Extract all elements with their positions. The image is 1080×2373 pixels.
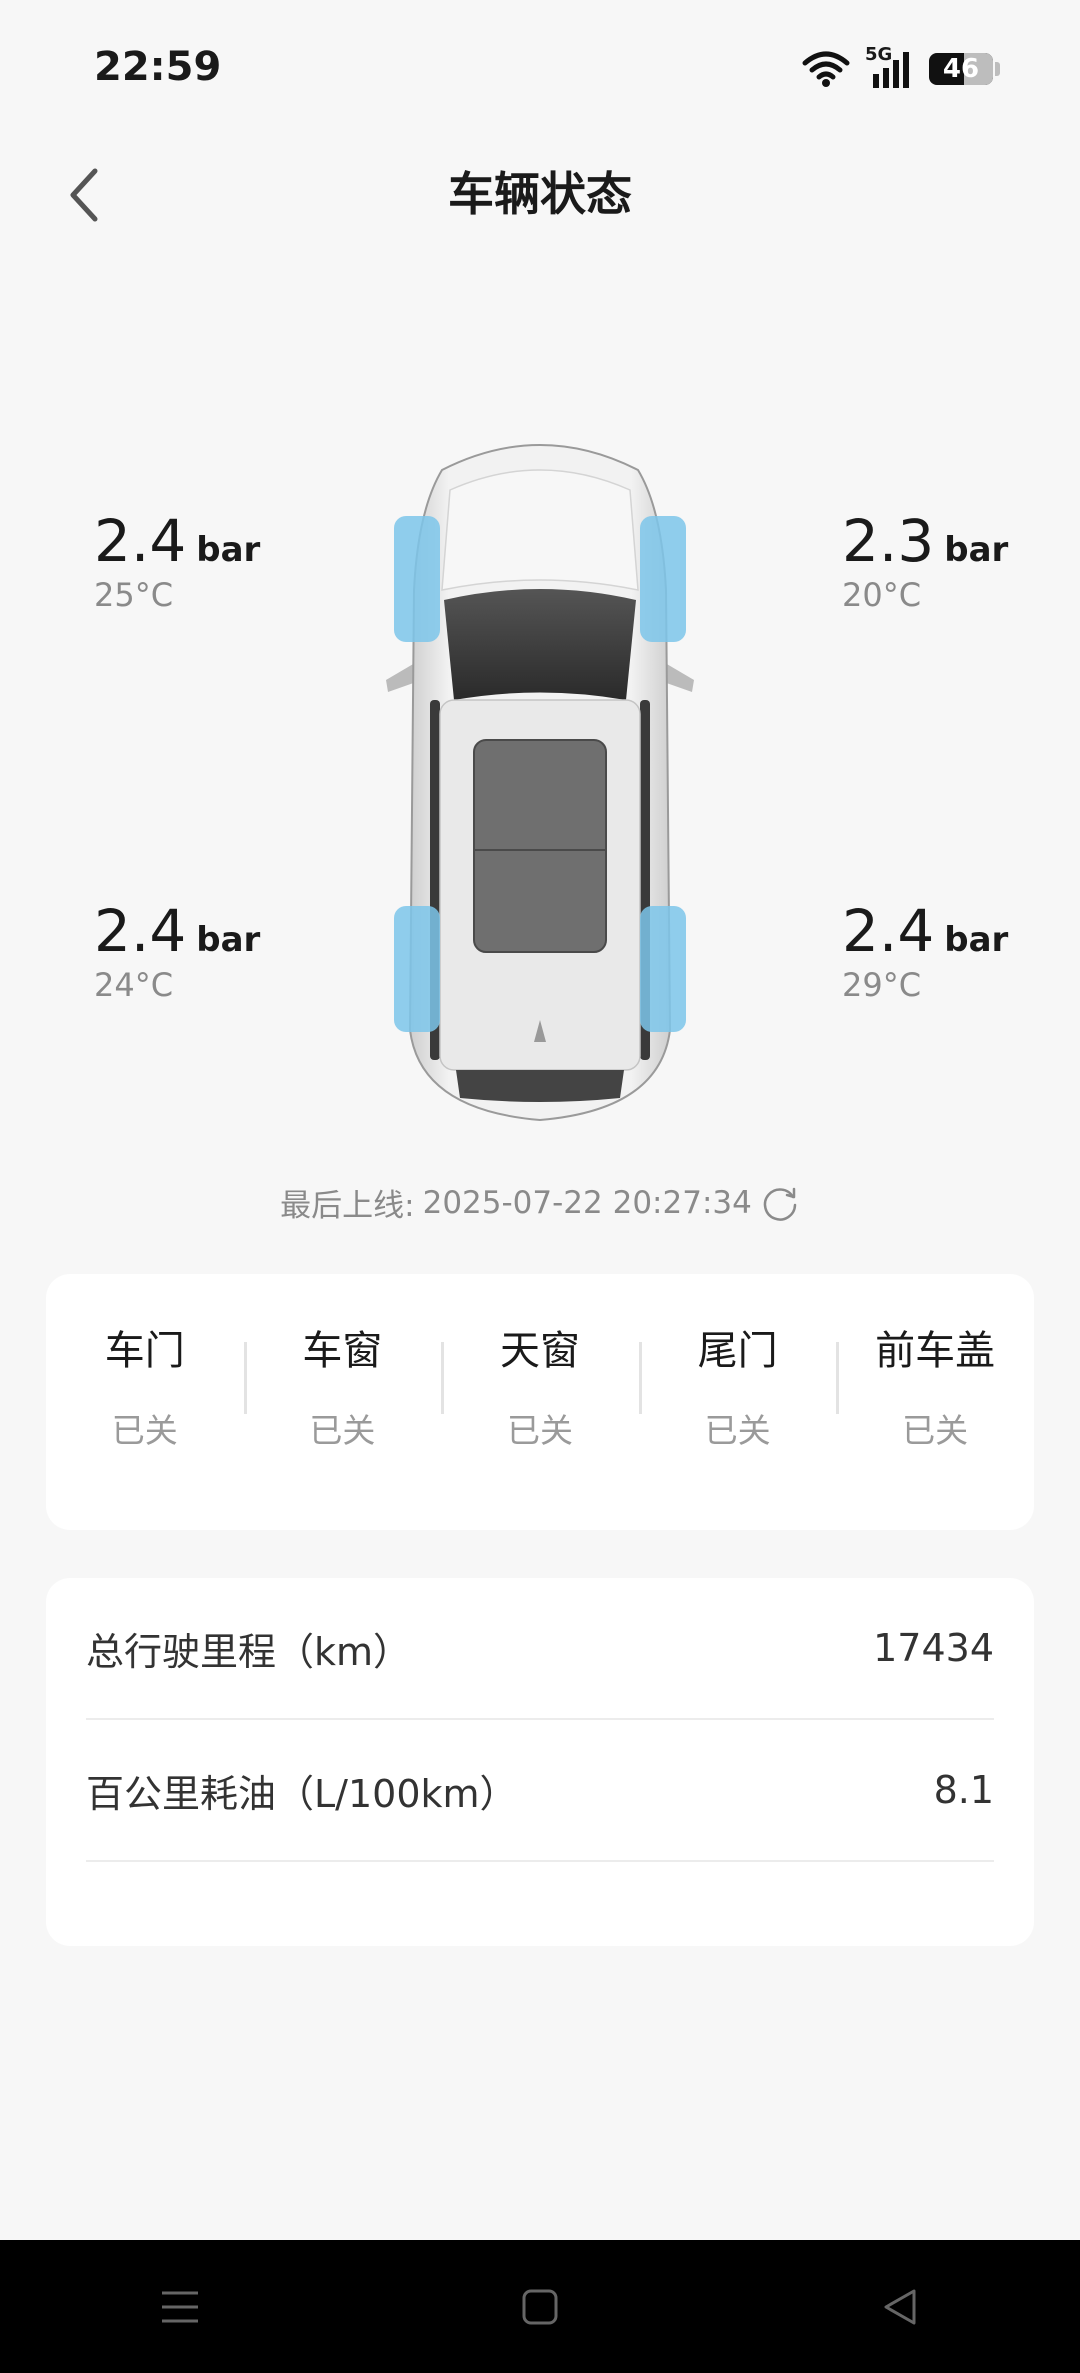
tire-pressure: 2.4	[94, 507, 187, 575]
last-online: 最后上线: 2025-07-22 20:27:34	[0, 1180, 1080, 1225]
tire-front-right: 2.3 bar 20°C	[842, 512, 1008, 614]
triangle-back-icon	[884, 2289, 916, 2324]
tire-unit: bar	[944, 920, 1009, 960]
info-label: 总行驶里程（km）	[86, 1629, 412, 1674]
header: 车辆状态	[0, 140, 1080, 250]
menu-nav-button[interactable]	[140, 2267, 220, 2347]
home-icon	[522, 2289, 558, 2324]
status-value: 已关	[704, 1411, 771, 1450]
tire-temperature: 25°C	[94, 576, 174, 614]
info-row-fuel-consumption: 百公里耗油（L/100km） 8.1	[86, 1720, 994, 1862]
wifi-icon	[802, 51, 850, 87]
status-item-sunroof: 天窗 已关	[441, 1274, 639, 1530]
vehicle-info-card: 总行驶里程（km） 17434 百公里耗油（L/100km） 8.1	[46, 1578, 1034, 1946]
car-top-view-image	[386, 444, 694, 1122]
status-value: 已关	[111, 1411, 178, 1450]
opening-status-card: 车门 已关 车窗 已关 天窗 已关 尾门 已关 前车盖 已关	[46, 1274, 1034, 1530]
menu-icon	[162, 2291, 198, 2322]
last-online-time: 2025-07-22 20:27:34	[422, 1184, 752, 1221]
tire-temperature: 24°C	[94, 966, 174, 1004]
status-item-window: 车窗 已关	[243, 1274, 442, 1530]
status-value: 已关	[309, 1411, 376, 1450]
tire-pressure: 2.4	[94, 897, 187, 965]
tire-front-left: 2.4 bar 25°C	[94, 512, 260, 614]
back-nav-button[interactable]	[860, 2267, 940, 2347]
status-label: 车门	[104, 1328, 185, 1374]
tire-unit: bar	[196, 530, 261, 570]
tire-temperature: 29°C	[842, 966, 922, 1004]
status-item-door: 车门 已关	[46, 1274, 244, 1530]
tire-rear-right: 2.4 bar 29°C	[842, 902, 1008, 1004]
battery-level: 46	[942, 54, 980, 84]
page-title: 车辆状态	[448, 167, 632, 221]
tire-pressure: 2.3	[842, 507, 935, 575]
last-online-label: 最后上线:	[280, 1188, 415, 1224]
info-label: 百公里耗油（L/100km）	[86, 1771, 518, 1816]
info-value: 8.1	[933, 1768, 994, 1812]
status-value: 已关	[506, 1411, 573, 1450]
tire-rear-left: 2.4 bar 24°C	[94, 902, 260, 1004]
tire-pressure: 2.4	[842, 897, 935, 965]
status-label: 车窗	[302, 1328, 383, 1374]
info-row-mileage: 总行驶里程（km） 17434	[86, 1578, 994, 1720]
cellular-signal-icon: 5G	[865, 44, 915, 90]
system-nav-bar	[0, 2240, 1080, 2373]
battery-icon: 46	[929, 53, 993, 85]
status-item-hood: 前车盖 已关	[836, 1274, 1034, 1530]
status-time: 22:59	[94, 44, 222, 90]
tire-temperature: 20°C	[842, 576, 922, 614]
tire-unit: bar	[944, 530, 1009, 570]
status-label: 前车盖	[875, 1328, 996, 1374]
tire-unit: bar	[196, 920, 261, 960]
info-value: 17434	[873, 1626, 994, 1670]
status-label: 尾门	[697, 1328, 778, 1374]
battery-tip	[995, 62, 1000, 76]
home-nav-button[interactable]	[500, 2267, 580, 2347]
status-label: 天窗	[499, 1328, 580, 1374]
refresh-icon[interactable]	[760, 1183, 800, 1223]
status-bar: 22:59 5G 46	[0, 0, 1080, 140]
status-item-tailgate: 尾门 已关	[638, 1274, 837, 1530]
status-icons: 5G 46	[801, 44, 1000, 90]
status-value: 已关	[902, 1411, 969, 1450]
